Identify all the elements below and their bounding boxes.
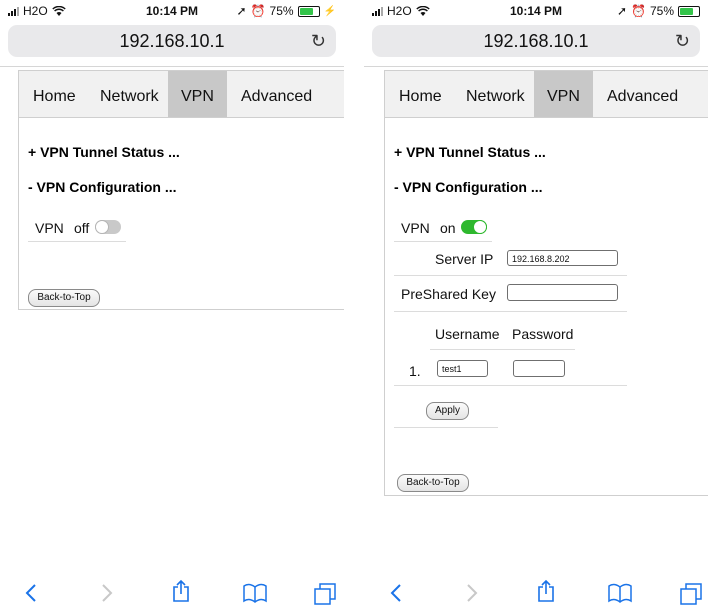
preshared-key-label: PreShared Key [401, 286, 496, 302]
tabs-icon[interactable] [314, 583, 336, 605]
row-divider [394, 311, 627, 312]
username-input[interactable]: test1 [437, 360, 488, 377]
tunnel-status-toggle[interactable]: + VPN Tunnel Status ... [394, 144, 546, 160]
vpn-label: VPN [35, 220, 64, 236]
tab-vpn[interactable]: VPN [534, 71, 593, 117]
vpn-configuration-toggle[interactable]: - VPN Configuration ... [28, 179, 177, 195]
share-icon[interactable] [537, 579, 555, 603]
apply-button[interactable]: Apply [426, 402, 469, 420]
tab-home[interactable]: Home [33, 71, 76, 117]
server-ip-input[interactable]: 192.168.8.202 [507, 250, 618, 266]
password-input[interactable] [513, 360, 565, 377]
divider [0, 66, 344, 67]
tabs-icon[interactable] [680, 583, 702, 605]
url-text: 192.168.10.1 [483, 31, 589, 51]
phone-screen-vpn-off: H2O 10:14 PM ➚ ⏰ 75% ⚡ 192.168.10.1 ↻ Ho… [0, 0, 344, 611]
nav-tabs: Home Network VPN Advanced [19, 71, 344, 118]
alarm-icon: ⏰ [250, 4, 266, 18]
alarm-icon: ⏰ [631, 4, 646, 18]
status-bar: H2O 10:14 PM ➚ ⏰ 75% ⚡ [0, 0, 344, 22]
back-icon[interactable] [390, 583, 402, 603]
nav-tabs: Home Network VPN Advanced [385, 71, 708, 118]
row-divider [394, 275, 627, 276]
back-icon[interactable] [25, 583, 37, 603]
browser-toolbar [0, 577, 344, 611]
preshared-key-input[interactable] [507, 284, 618, 301]
forward-icon [101, 583, 113, 603]
vpn-toggle[interactable] [461, 220, 487, 234]
charging-icon: ⚡ [323, 5, 336, 17]
password-column-header: Password [512, 326, 574, 342]
bookmarks-icon[interactable] [608, 583, 632, 603]
back-to-top-button[interactable]: Back-to-Top [397, 474, 469, 492]
page-frame: Home Network VPN Advanced + VPN Tunnel S… [18, 70, 344, 310]
battery-icon [297, 5, 320, 17]
row-divider [394, 427, 498, 428]
row-divider [28, 241, 126, 242]
row-divider [394, 241, 492, 242]
address-bar[interactable]: 192.168.10.1 ↻ [8, 25, 336, 57]
location-icon: ➚ [616, 4, 628, 18]
bookmarks-icon[interactable] [243, 583, 267, 603]
browser-toolbar [364, 577, 708, 611]
tab-network[interactable]: Network [466, 71, 525, 117]
server-ip-label: Server IP [435, 251, 494, 267]
tab-vpn[interactable]: VPN [168, 71, 227, 117]
address-bar[interactable]: 192.168.10.1 ↻ [372, 25, 700, 57]
toggle-knob [473, 220, 487, 234]
vpn-label: VPN [401, 220, 430, 236]
tab-advanced[interactable]: Advanced [241, 71, 312, 117]
page-frame: Home Network VPN Advanced + VPN Tunnel S… [384, 70, 708, 496]
tab-advanced[interactable]: Advanced [607, 71, 678, 117]
battery-icon [678, 5, 700, 17]
vpn-toggle[interactable] [95, 220, 121, 234]
tab-home[interactable]: Home [399, 71, 442, 117]
phone-screen-vpn-on: H2O 10:14 PM ➚ ⏰ 75% 192.168.10.1 ↻ Home… [364, 0, 708, 611]
vpn-state-text: off [74, 220, 90, 236]
row-divider [394, 385, 627, 386]
toggle-knob [95, 220, 109, 234]
battery-percent: 75% [649, 4, 674, 18]
forward-icon [466, 583, 478, 603]
status-bar: H2O 10:14 PM ➚ ⏰ 75% [364, 0, 708, 22]
battery-percent: 75% [269, 4, 294, 18]
username-column-header: Username [435, 326, 500, 342]
location-icon: ➚ [236, 4, 247, 18]
user-row-index: 1. [409, 363, 421, 379]
back-to-top-button[interactable]: Back-to-Top [28, 289, 100, 307]
vpn-configuration-toggle[interactable]: - VPN Configuration ... [394, 179, 543, 195]
share-icon[interactable] [172, 579, 190, 603]
reload-icon[interactable]: ↻ [675, 25, 690, 57]
reload-icon[interactable]: ↻ [311, 25, 326, 57]
vpn-state-text: on [440, 220, 456, 236]
url-text: 192.168.10.1 [119, 31, 225, 51]
tab-network[interactable]: Network [100, 71, 159, 117]
divider [364, 66, 708, 67]
tunnel-status-toggle[interactable]: + VPN Tunnel Status ... [28, 144, 180, 160]
row-divider [430, 349, 575, 350]
